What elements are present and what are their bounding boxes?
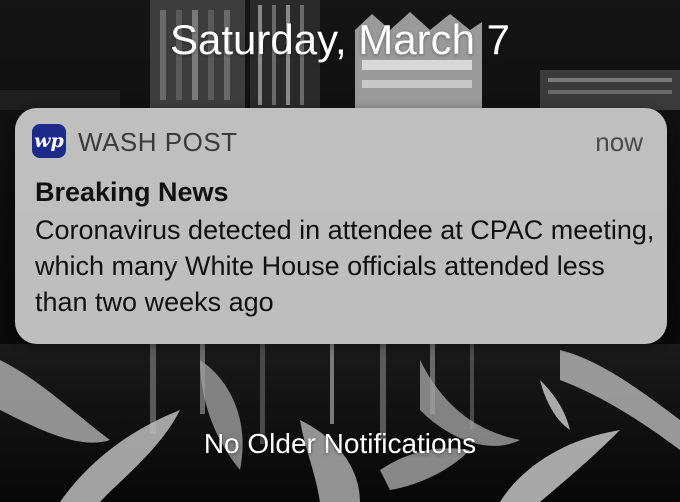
washington-post-app-icon: wp <box>32 124 66 158</box>
notification-timestamp: now <box>595 127 643 157</box>
notification-header: wp WASH POST now <box>15 108 667 174</box>
news-notification[interactable]: wp WASH POST now Breaking News Coronavir… <box>15 108 667 344</box>
lock-screen-date: Saturday, March 7 <box>169 16 511 63</box>
notification-title: Breaking News <box>35 177 229 207</box>
no-older-notifications-label: No Older Notifications <box>203 428 477 459</box>
notification-body: Coronavirus detected in attendee at CPAC… <box>35 215 655 317</box>
notification-app-name: WASH POST <box>78 127 238 157</box>
